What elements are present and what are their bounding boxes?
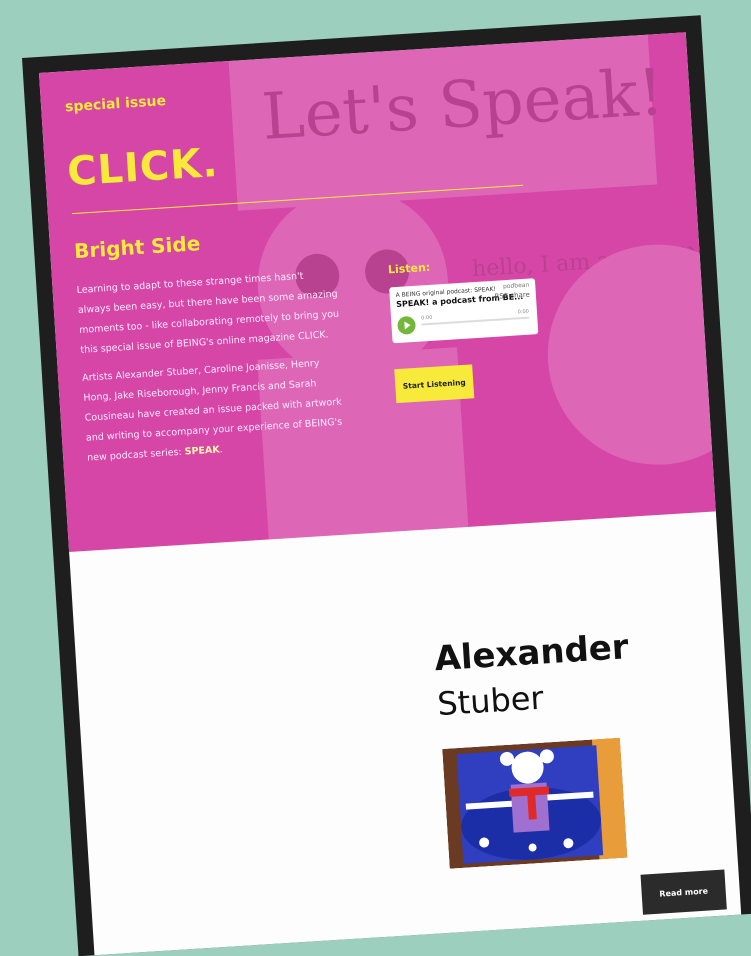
podcast-player[interactable]: A BEING original podcast: SPEAK! SPEAK! … (389, 278, 539, 344)
magazine-title: CLICK. (65, 139, 220, 196)
tablet-frame: Let's Speak! hello, I am an ALIEN! speci… (22, 15, 751, 956)
play-button-icon[interactable] (397, 315, 417, 335)
start-listening-button[interactable]: Start Listening (394, 364, 475, 404)
artwork-drawing (442, 737, 628, 869)
player-share-icons[interactable]: RSS share (494, 291, 530, 301)
intro-paragraph-1: Learning to adapt to these strange times… (76, 270, 340, 356)
player-time-current: 0:00 (420, 314, 433, 322)
player-progress-bar[interactable] (421, 316, 530, 326)
hero-section: Let's Speak! hello, I am an ALIEN! speci… (38, 32, 716, 553)
page-screen[interactable]: Let's Speak! hello, I am an ALIEN! speci… (38, 32, 742, 956)
listen-label: Listen: (387, 260, 431, 277)
intro-paragraph-2-end: . (219, 444, 224, 456)
speak-link[interactable]: SPEAK (184, 444, 220, 457)
artist-artwork-image[interactable] (442, 737, 628, 869)
podbean-logo: podbean (502, 281, 530, 291)
read-more-button[interactable]: Read more (640, 869, 727, 915)
intro-text: Learning to adapt to these strange times… (76, 265, 350, 477)
intro-paragraph-2: Artists Alexander Stuber, Caroline Joani… (82, 352, 350, 468)
artwork-scarf-tail (527, 793, 537, 820)
artist-last-name: Stuber (436, 678, 545, 724)
artist-first-name: Alexander (433, 627, 630, 680)
player-time-total: 0:00 (517, 308, 530, 316)
